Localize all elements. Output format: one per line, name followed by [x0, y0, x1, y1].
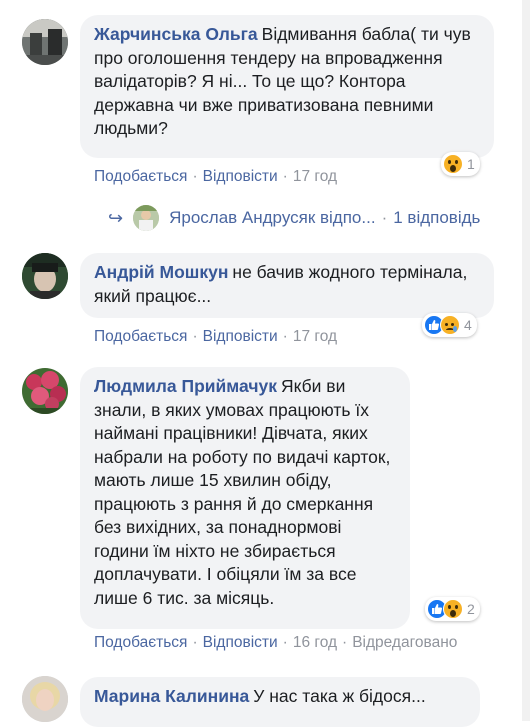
replies-author-label[interactable]: Ярослав Андрусяк відпо...	[169, 208, 375, 228]
wow-icon	[443, 599, 463, 619]
comment-author[interactable]: Марина Калинина	[94, 686, 249, 706]
avatar[interactable]	[22, 19, 68, 65]
replies-count[interactable]: 1 відповідь	[393, 208, 480, 228]
separator: ·	[192, 168, 198, 185]
reaction-count: 2	[467, 601, 475, 617]
avatar[interactable]	[22, 368, 68, 414]
reaction-summary[interactable]: 4	[422, 313, 477, 337]
comment-actions: Подобається · Відповісти · 17 год	[94, 168, 337, 186]
reaction-summary[interactable]: 1	[441, 152, 480, 176]
avatar[interactable]	[22, 676, 68, 722]
comment-author[interactable]: Людмила Приймачук	[94, 376, 277, 396]
separator: ·	[381, 208, 388, 227]
reply-button[interactable]: Відповісти	[203, 168, 278, 185]
wow-icon	[443, 154, 463, 174]
comment-text: Якби ви знали, в яких умовах працюють їх…	[94, 376, 391, 608]
edited-label[interactable]: Відредаговано	[352, 634, 457, 651]
comment-bubble: Андрій Мошкун не бачив жодного термінала,…	[80, 253, 494, 318]
separator: ·	[282, 328, 288, 345]
comment-bubble: Марина Калинина У нас така ж бідося...	[80, 677, 480, 727]
reaction-count: 1	[467, 156, 475, 172]
separator: ·	[192, 634, 198, 651]
avatar[interactable]	[22, 253, 68, 299]
like-button[interactable]: Подобається	[94, 328, 187, 345]
reply-button[interactable]: Відповісти	[203, 328, 278, 345]
avatar	[133, 205, 160, 231]
comment-actions: Подобається · Відповісти · 17 год	[94, 328, 337, 346]
timestamp[interactable]: 17 год	[293, 168, 337, 185]
separator: ·	[282, 168, 288, 185]
separator: ·	[342, 634, 348, 651]
reaction-count: 4	[464, 317, 472, 333]
view-replies-link[interactable]: ↪ Ярослав Андрусяк відпо... · 1 відповід…	[108, 205, 480, 231]
reply-button[interactable]: Відповісти	[203, 634, 278, 651]
comment-author[interactable]: Андрій Мошкун	[94, 262, 228, 282]
comment-bubble: Людмила Приймачук Якби ви знали, в яких у…	[80, 367, 410, 629]
like-button[interactable]: Подобається	[94, 168, 187, 185]
separator: ·	[192, 328, 198, 345]
timestamp[interactable]: 17 год	[293, 328, 337, 345]
like-button[interactable]: Подобається	[94, 634, 187, 651]
comment-actions: Подобається · Відповісти · 16 год · Відредагов…	[94, 634, 457, 652]
comment-bubble: Жарчинська Ольга Відмивання бабла( ти чув…	[80, 15, 494, 158]
sad-icon	[440, 315, 460, 335]
comment-author[interactable]: Жарчинська Ольга	[94, 24, 258, 44]
timestamp[interactable]: 16 год	[293, 634, 337, 651]
reaction-summary[interactable]: 2	[425, 597, 480, 621]
scrollbar[interactable]	[522, 0, 530, 721]
separator: ·	[282, 634, 288, 651]
comment-text: У нас така ж бідося...	[253, 686, 426, 706]
reply-arrow-icon: ↪	[108, 207, 124, 228]
